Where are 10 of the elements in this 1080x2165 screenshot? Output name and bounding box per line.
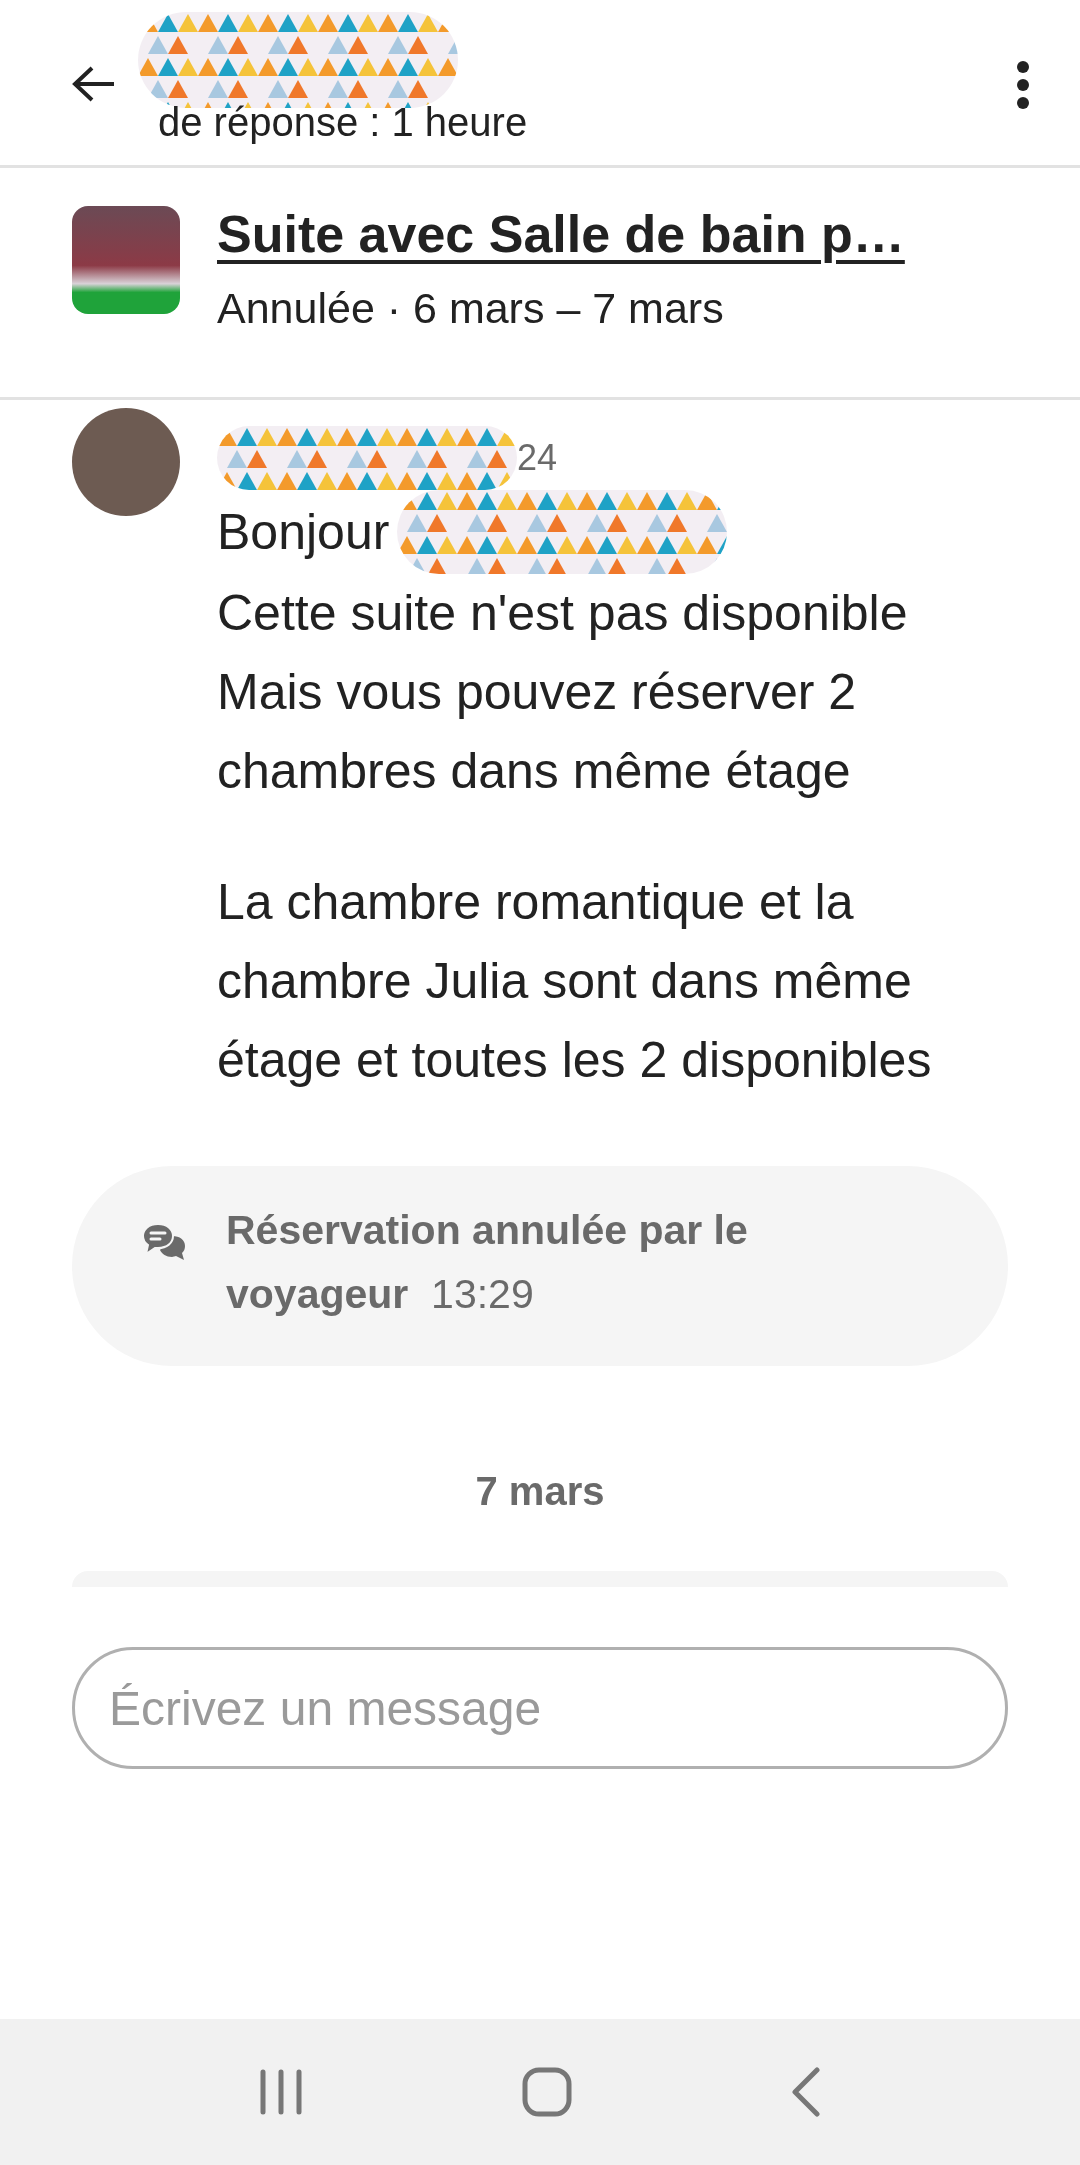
message-text: La chambre romantique et la chambre Julia sont dans même étage et toutes les 2 disponibles bbox=[217, 873, 933, 1090]
greeting-text: Bonjour bbox=[217, 502, 390, 562]
message-text: Cette suite n'est pas disponible Mais vous pouvez réserver 2 chambres dans même étage bbox=[217, 584, 909, 801]
message-time: 24 bbox=[517, 436, 558, 480]
response-time-text: de réponse : 1 heure bbox=[158, 100, 529, 144]
reservation-status-text: Annulée · 6 mars – 7 mars bbox=[217, 283, 725, 334]
date-divider: 7 mars bbox=[474, 1468, 606, 1515]
event-text: Réservation annulée par le voyageur 13:29 bbox=[226, 1206, 749, 1319]
listing-title-link[interactable]: Suite avec Salle de bain p… bbox=[217, 206, 905, 262]
message-input-field[interactable]: Écrivez un message bbox=[72, 1647, 1008, 1769]
